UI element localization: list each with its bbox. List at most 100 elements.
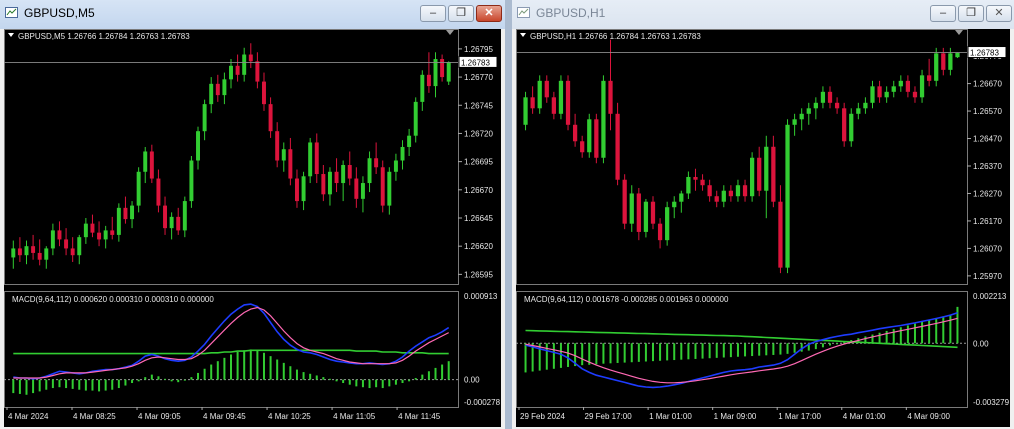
- macd-histogram-bar: [302, 372, 305, 380]
- macd-histogram-bar: [744, 343, 747, 357]
- main-indicator-label: GBPUSD,H1 1.26766 1.26784 1.26763 1.2678…: [530, 32, 701, 41]
- minimize-button[interactable]: –: [930, 5, 956, 22]
- macd-histogram-bar: [701, 343, 704, 359]
- candle-body: [97, 232, 102, 240]
- candle-body: [558, 80, 564, 114]
- candle-body: [721, 190, 726, 202]
- price-tick-label: 1.26720: [464, 129, 493, 138]
- macd-histogram-bar: [269, 356, 272, 380]
- window-title: GBPUSD,M5: [24, 6, 95, 20]
- macd-histogram-bar: [765, 343, 768, 356]
- candle-body: [110, 230, 115, 235]
- close-button[interactable]: ✕: [476, 5, 502, 22]
- candle-body: [905, 80, 911, 92]
- restore-button[interactable]: ❐: [448, 5, 474, 22]
- macd-histogram-bar: [673, 343, 676, 361]
- time-tick-label: 4 Mar 10:25: [268, 412, 311, 421]
- macd-histogram-bar: [595, 343, 598, 365]
- candle-body: [749, 157, 755, 197]
- chart-canvas-h1[interactable]: GBPUSD,H1 1.26766 1.26784 1.26763 1.2678…: [516, 29, 1010, 427]
- candle-body: [927, 75, 932, 81]
- candle-body: [196, 131, 200, 161]
- macd-histogram-bar: [913, 323, 916, 344]
- candle-body: [615, 113, 620, 180]
- price-tick-label: 1.26595: [464, 270, 493, 279]
- time-tick-label: 4 Mar 09:05: [138, 412, 181, 421]
- time-tick-label: 4 Mar 01:00: [843, 412, 886, 421]
- macd-histogram-bar: [602, 343, 605, 364]
- candle-body: [11, 248, 16, 258]
- macd-histogram-bar: [772, 343, 775, 355]
- macd-histogram-bar: [58, 379, 61, 388]
- macd-histogram-bar: [751, 343, 754, 357]
- price-tick-label: 1.26670: [973, 80, 1002, 89]
- macd-histogram-bar: [666, 343, 669, 361]
- macd-histogram-bar: [545, 343, 548, 370]
- macd-histogram-bar: [829, 343, 832, 346]
- macd-histogram-bar: [623, 343, 626, 363]
- macd-histogram-bar: [144, 377, 147, 380]
- macd-histogram-bar: [309, 373, 312, 380]
- macd-histogram-bar: [12, 379, 15, 394]
- macd-histogram-bar: [315, 375, 318, 380]
- candle-body: [608, 80, 613, 114]
- candle-body: [387, 171, 392, 206]
- macd-histogram-bar: [935, 318, 938, 344]
- candle-body: [426, 74, 431, 87]
- macd-histogram-bar: [150, 374, 153, 380]
- candle-body: [650, 201, 656, 224]
- chart-canvas-m5[interactable]: GBPUSD,M5 1.26766 1.26784 1.26763 1.2678…: [4, 29, 501, 427]
- macd-histogram-bar: [216, 361, 219, 380]
- restore-button[interactable]: ❐: [958, 5, 984, 22]
- macd-histogram-bar: [758, 343, 761, 356]
- candle-body: [288, 149, 293, 179]
- macd-histogram-bar: [375, 379, 378, 388]
- macd-histogram-bar: [793, 343, 796, 353]
- macd-histogram-bar: [906, 325, 909, 344]
- candle-body: [255, 61, 260, 82]
- macd-histogram-bar: [65, 379, 68, 389]
- macd-histogram-bar: [25, 379, 28, 395]
- price-tick-label: 1.26170: [973, 217, 1002, 226]
- macd-histogram-bar: [111, 379, 114, 390]
- price-tick-label: 1.26070: [973, 244, 1002, 253]
- candle-body: [136, 171, 141, 206]
- window-titlebar[interactable]: GBPUSD,M5 – ❐ ✕: [0, 0, 505, 29]
- time-tick-label: 4 Mar 2024: [8, 412, 49, 421]
- macd-histogram-bar: [282, 362, 285, 380]
- candle-body: [792, 119, 797, 125]
- minimize-button[interactable]: –: [420, 5, 446, 22]
- macd-tick-label: 0.00: [464, 376, 480, 385]
- candle-body: [64, 239, 69, 249]
- macd-histogram-bar: [361, 379, 364, 388]
- candle-body: [572, 124, 578, 142]
- macd-histogram-bar: [249, 349, 252, 380]
- chart-window-icon: [5, 7, 18, 18]
- macd-histogram-bar: [348, 379, 351, 385]
- candle-body: [813, 102, 818, 109]
- candle-body: [50, 230, 55, 249]
- candle-body: [70, 248, 75, 256]
- candle-body: [281, 149, 286, 161]
- candle-body: [103, 230, 108, 240]
- macd-histogram-bar: [394, 379, 397, 385]
- macd-histogram-bar: [559, 343, 562, 368]
- window-titlebar[interactable]: GBPUSD,H1 – ❐ ✕: [512, 0, 1014, 29]
- candle-body: [693, 176, 698, 180]
- candle-body: [222, 79, 227, 96]
- candle-body: [912, 91, 918, 98]
- macd-tick-label: -0.000278: [464, 398, 501, 407]
- macd-tick-label: -0.003279: [973, 398, 1010, 407]
- candle-body: [580, 141, 585, 153]
- macd-histogram-bar: [137, 379, 140, 382]
- candle-body: [229, 65, 233, 80]
- close-button[interactable]: ✕: [986, 5, 1012, 22]
- macd-histogram-bar: [786, 343, 789, 354]
- candle-body: [629, 193, 634, 224]
- candle-body: [955, 52, 960, 58]
- macd-histogram-bar: [203, 368, 206, 380]
- price-tick-label: 1.26745: [464, 101, 493, 110]
- candle-body: [884, 91, 889, 98]
- candle-body: [420, 74, 425, 102]
- last-price-tag: 1.26783: [970, 49, 999, 58]
